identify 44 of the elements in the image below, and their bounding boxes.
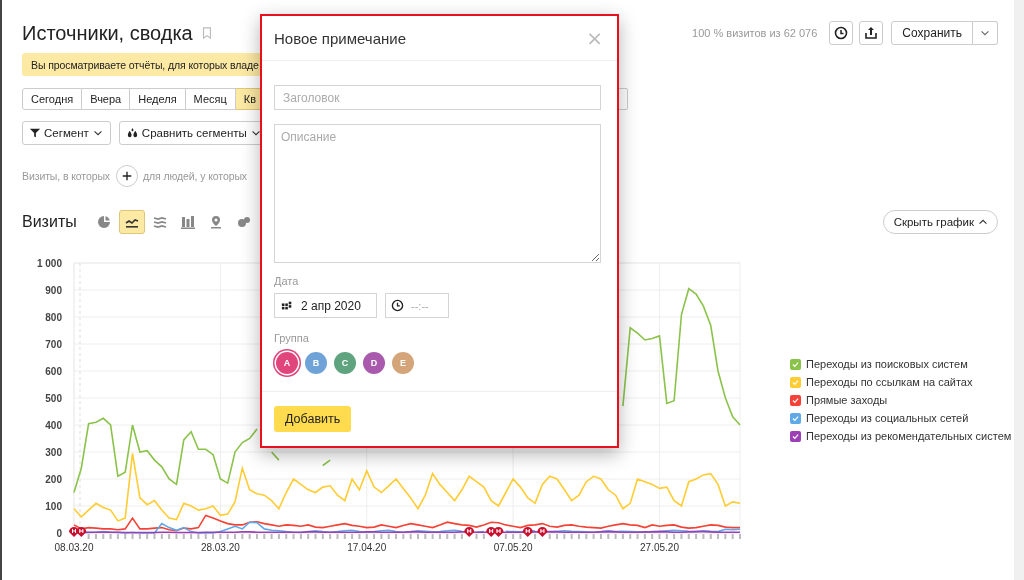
date-label: Дата (274, 275, 300, 289)
y-axis-label: 800 (45, 312, 62, 323)
y-axis-label: 100 (45, 501, 62, 512)
date-field[interactable]: 2 апр 2020 (274, 293, 377, 318)
sample-info: 100 % визитов из 62 076 (692, 27, 818, 39)
period-tab[interactable]: Вчера (82, 88, 131, 110)
segment-button[interactable]: Сегмент (22, 121, 111, 145)
x-axis-label: 07.05.20 (493, 542, 533, 553)
chart-title: Визиты (22, 213, 77, 231)
group-option[interactable]: A (276, 352, 298, 374)
y-axis-label: 300 (45, 447, 62, 458)
y-axis-label: 700 (45, 339, 62, 350)
title-input[interactable]: Заголовок (274, 85, 601, 110)
y-axis-label: 900 (45, 285, 62, 296)
y-axis-label: 600 (45, 366, 62, 377)
period-tab[interactable]: Месяц (185, 88, 236, 110)
hide-chart-button[interactable]: Скрыть график (882, 210, 998, 234)
description-input[interactable]: Описание (274, 124, 601, 263)
y-axis-label: 500 (45, 393, 62, 404)
page-title: Источники, сводка (22, 21, 193, 45)
y-axis-label: 0 (56, 528, 62, 539)
legend-label: Переходы из рекомендательных систем (806, 430, 1012, 442)
group-label: Группа (274, 332, 310, 346)
x-axis-label: 28.03.20 (200, 542, 240, 553)
legend-label: Переходы по ссылкам на сайтах (806, 376, 973, 388)
time-field[interactable]: --:-- (385, 293, 449, 318)
group-option[interactable]: D (363, 352, 385, 374)
x-axis-label: 17.04.20 (347, 542, 387, 553)
period-tab[interactable]: Сегодня (22, 88, 83, 110)
y-axis-label: 400 (45, 420, 62, 431)
legend-label: Переходы из поисковых систем (806, 358, 968, 370)
dialog-title: Новое примечание (274, 29, 406, 47)
filter-prefix: Визиты, в которых (22, 170, 111, 182)
y-axis-label: 200 (45, 474, 62, 485)
x-axis-label: 27.05.20 (640, 542, 679, 553)
add-button[interactable]: Добавить (274, 406, 352, 432)
legend-label: Прямые заходы (806, 394, 888, 406)
y-axis-label: 1 000 (36, 258, 62, 269)
period-tab[interactable]: Неделя (130, 88, 186, 110)
notice-text: Вы просматриваете отчёты, для которых владе (30, 58, 259, 71)
filter-suffix: для людей, у которых (143, 170, 247, 182)
x-axis-label: 08.03.20 (54, 542, 94, 553)
save-button[interactable]: Сохранить (891, 21, 973, 45)
legend-label: Переходы из социальных сетей (806, 412, 969, 424)
